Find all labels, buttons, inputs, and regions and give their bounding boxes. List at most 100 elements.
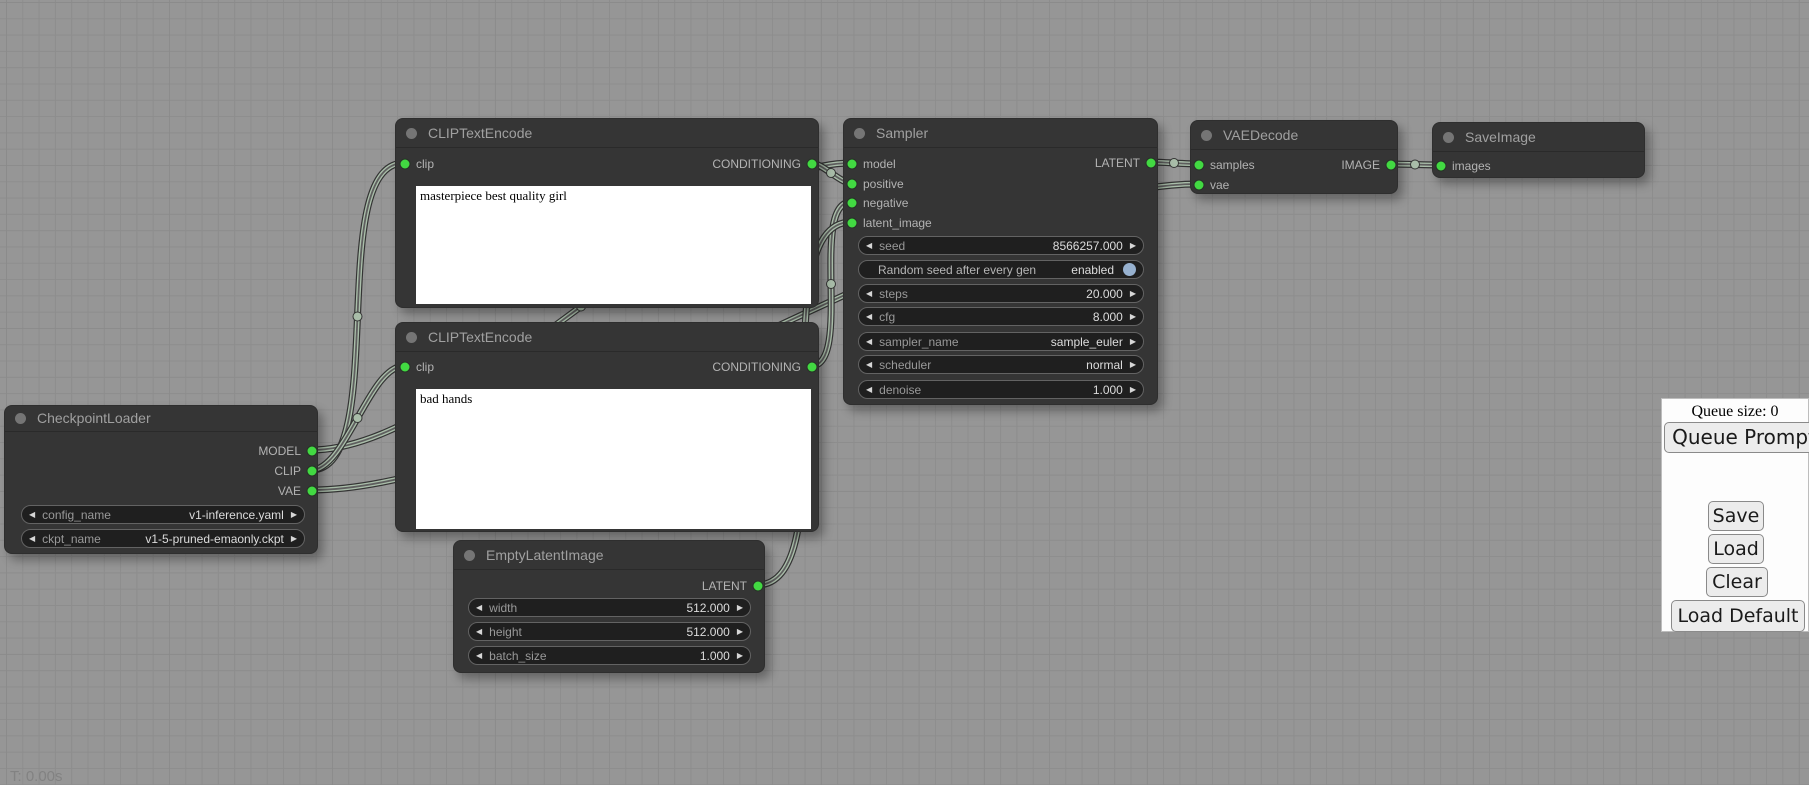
collapse-dot[interactable] bbox=[1443, 132, 1454, 143]
prompt-textarea[interactable]: bad hands bbox=[416, 389, 811, 529]
widget-scheduler[interactable]: ◀ scheduler normal ▶ bbox=[858, 355, 1144, 374]
widget-cfg[interactable]: ◀ cfg 8.000 ▶ bbox=[858, 307, 1144, 326]
load-button[interactable]: Load bbox=[1708, 534, 1764, 564]
input-port-vae[interactable] bbox=[1195, 181, 1204, 190]
widget-sampler-name[interactable]: ◀ sampler_name sample_euler ▶ bbox=[858, 332, 1144, 351]
input-label: samples bbox=[1210, 158, 1255, 172]
node-title: SaveImage bbox=[1465, 123, 1536, 151]
input-port-clip[interactable] bbox=[401, 160, 410, 169]
queue-size-label: Queue size: 0 bbox=[1662, 403, 1808, 421]
increment-arrow-icon[interactable]: ▶ bbox=[1130, 332, 1136, 351]
input-label: vae bbox=[1210, 178, 1229, 192]
save-button[interactable]: Save bbox=[1708, 501, 1764, 531]
widget-denoise[interactable]: ◀ denoise 1.000 ▶ bbox=[858, 380, 1144, 399]
collapse-dot[interactable] bbox=[15, 413, 26, 424]
output-port-conditioning[interactable] bbox=[808, 160, 817, 169]
input-label: clip bbox=[416, 157, 434, 171]
node-vae-decode[interactable]: VAEDecode samples vae IMAGE bbox=[1190, 120, 1398, 194]
widget-seed[interactable]: ◀ seed 8566257.000 ▶ bbox=[858, 236, 1144, 255]
node-empty-latent-image[interactable]: EmptyLatentImage LATENT ◀ width 512.000 … bbox=[453, 540, 765, 673]
link-midpoint-dot bbox=[827, 280, 836, 289]
prompt-textarea[interactable]: masterpiece best quality girl bbox=[416, 186, 811, 304]
node-sampler[interactable]: Sampler model positive negative latent_i… bbox=[843, 118, 1158, 405]
output-port-latent[interactable] bbox=[1147, 159, 1156, 168]
input-label: clip bbox=[416, 360, 434, 374]
decrement-arrow-icon[interactable]: ◀ bbox=[866, 355, 872, 374]
output-port-vae[interactable] bbox=[308, 487, 317, 496]
output-label: IMAGE bbox=[1341, 158, 1380, 172]
load-default-button[interactable]: Load Default bbox=[1671, 600, 1805, 632]
widget-width[interactable]: ◀ width 512.000 ▶ bbox=[468, 598, 751, 617]
increment-arrow-icon[interactable]: ▶ bbox=[1130, 355, 1136, 374]
input-label: positive bbox=[863, 177, 904, 191]
node-title: EmptyLatentImage bbox=[486, 541, 604, 569]
increment-arrow-icon[interactable]: ▶ bbox=[1130, 236, 1136, 255]
input-port-samples[interactable] bbox=[1195, 161, 1204, 170]
output-label: LATENT bbox=[702, 579, 747, 593]
node-clip-text-encode-negative[interactable]: CLIPTextEncode clip CONDITIONING bad han… bbox=[395, 322, 819, 532]
increment-arrow-icon[interactable]: ▶ bbox=[737, 646, 743, 665]
increment-arrow-icon[interactable]: ▶ bbox=[291, 505, 297, 524]
node-save-image[interactable]: SaveImage images bbox=[1432, 122, 1645, 178]
output-port-latent[interactable] bbox=[754, 582, 763, 591]
link-wire bbox=[311, 366, 404, 470]
node-title: Sampler bbox=[876, 119, 928, 147]
increment-arrow-icon[interactable]: ▶ bbox=[737, 622, 743, 641]
output-port-image[interactable] bbox=[1387, 161, 1396, 170]
increment-arrow-icon[interactable]: ▶ bbox=[291, 529, 297, 548]
collapse-dot[interactable] bbox=[1201, 130, 1212, 141]
collapse-dot[interactable] bbox=[464, 550, 475, 561]
widget-steps[interactable]: ◀ steps 20.000 ▶ bbox=[858, 284, 1144, 303]
node-title: CLIPTextEncode bbox=[428, 119, 532, 147]
increment-arrow-icon[interactable]: ▶ bbox=[1130, 380, 1136, 399]
input-port-latent-image[interactable] bbox=[848, 219, 857, 228]
decrement-arrow-icon[interactable]: ◀ bbox=[29, 505, 35, 524]
input-label: latent_image bbox=[863, 216, 932, 230]
output-port-conditioning[interactable] bbox=[808, 363, 817, 372]
output-label: MODEL bbox=[258, 444, 301, 458]
decrement-arrow-icon[interactable]: ◀ bbox=[866, 307, 872, 326]
widget-random-seed-toggle[interactable]: Random seed after every gen enabled bbox=[858, 260, 1144, 279]
output-port-clip[interactable] bbox=[308, 467, 317, 476]
input-port-clip[interactable] bbox=[401, 363, 410, 372]
link-midpoint-dot bbox=[353, 414, 362, 423]
collapse-dot[interactable] bbox=[406, 128, 417, 139]
queue-prompt-button[interactable]: Queue Prompt bbox=[1664, 422, 1809, 453]
output-label: LATENT bbox=[1095, 156, 1140, 170]
link-midpoint-dot bbox=[827, 169, 836, 178]
decrement-arrow-icon[interactable]: ◀ bbox=[866, 332, 872, 351]
node-clip-text-encode-positive[interactable]: CLIPTextEncode clip CONDITIONING masterp… bbox=[395, 118, 819, 308]
input-port-model[interactable] bbox=[848, 160, 857, 169]
widget-height[interactable]: ◀ height 512.000 ▶ bbox=[468, 622, 751, 641]
widget-config-name[interactable]: ◀ config_name v1-inference.yaml ▶ bbox=[21, 505, 305, 524]
decrement-arrow-icon[interactable]: ◀ bbox=[476, 598, 482, 617]
decrement-arrow-icon[interactable]: ◀ bbox=[866, 236, 872, 255]
input-label: negative bbox=[863, 196, 908, 210]
increment-arrow-icon[interactable]: ▶ bbox=[1130, 284, 1136, 303]
widget-batch-size[interactable]: ◀ batch_size 1.000 ▶ bbox=[468, 646, 751, 665]
input-port-negative[interactable] bbox=[848, 199, 857, 208]
decrement-arrow-icon[interactable]: ◀ bbox=[29, 529, 35, 548]
node-checkpoint-loader[interactable]: CheckpointLoader MODEL CLIP VAE ◀ config… bbox=[4, 405, 318, 554]
clear-button[interactable]: Clear bbox=[1706, 567, 1768, 597]
output-port-model[interactable] bbox=[308, 447, 317, 456]
widget-ckpt-name[interactable]: ◀ ckpt_name v1-5-pruned-emaonly.ckpt ▶ bbox=[21, 529, 305, 548]
queue-panel: Queue size: 0 Queue Prompt Save Load Cle… bbox=[1661, 398, 1809, 632]
input-label: model bbox=[863, 157, 896, 171]
increment-arrow-icon[interactable]: ▶ bbox=[737, 598, 743, 617]
decrement-arrow-icon[interactable]: ◀ bbox=[476, 646, 482, 665]
toggle-indicator[interactable] bbox=[1123, 263, 1136, 276]
collapse-dot[interactable] bbox=[406, 332, 417, 343]
graph-canvas[interactable]: { "colors": { "link": "#a9bda9", "link_c… bbox=[0, 0, 1809, 782]
node-title: CheckpointLoader bbox=[37, 406, 151, 431]
input-label: images bbox=[1452, 159, 1491, 173]
input-port-positive[interactable] bbox=[848, 180, 857, 189]
collapse-dot[interactable] bbox=[854, 128, 865, 139]
node-title: VAEDecode bbox=[1223, 121, 1298, 149]
link-midpoint-dot bbox=[1411, 160, 1420, 169]
decrement-arrow-icon[interactable]: ◀ bbox=[866, 284, 872, 303]
decrement-arrow-icon[interactable]: ◀ bbox=[476, 622, 482, 641]
increment-arrow-icon[interactable]: ▶ bbox=[1130, 307, 1136, 326]
input-port-images[interactable] bbox=[1437, 162, 1446, 171]
decrement-arrow-icon[interactable]: ◀ bbox=[866, 380, 872, 399]
